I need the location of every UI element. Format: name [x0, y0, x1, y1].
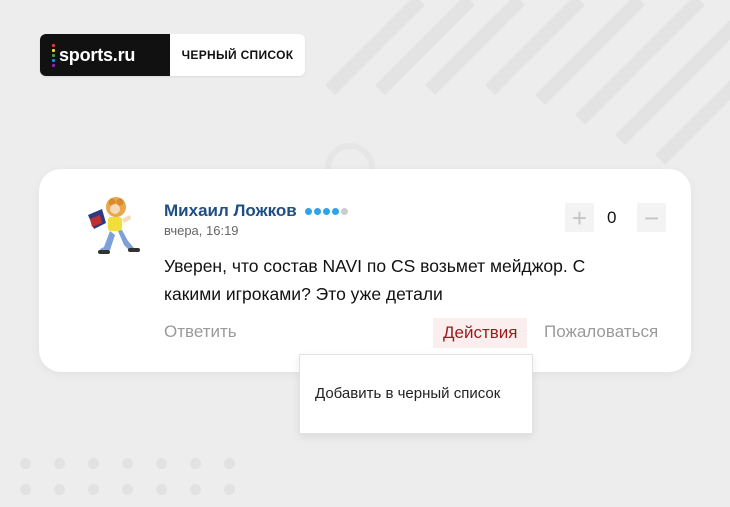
rating-dot	[313, 207, 321, 215]
report-button[interactable]: Пожаловаться	[544, 322, 658, 342]
decor-dot	[156, 458, 167, 469]
comment-card: Михаил Ложков вчера, 16:19 Уверен, что с…	[39, 169, 691, 372]
rating-dots	[304, 207, 348, 215]
actions-dropdown: Добавить в черный список	[299, 354, 533, 434]
decor-dot	[224, 458, 235, 469]
sports-logo-badge[interactable]: sports.ru ЧЕРНЫЙ СПИСОК	[40, 34, 305, 76]
section-label: ЧЕРНЫЙ СПИСОК	[170, 34, 305, 76]
decor-dot	[20, 484, 31, 495]
comment-author[interactable]: Михаил Ложков	[164, 201, 348, 221]
upvote-button[interactable]: +	[565, 203, 594, 232]
downvote-button[interactable]: −	[637, 203, 666, 232]
decor-dot	[156, 484, 167, 495]
author-name[interactable]: Михаил Ложков	[164, 201, 297, 221]
plus-icon: +	[571, 202, 588, 233]
decor-dot	[20, 458, 31, 469]
decor-dot	[88, 458, 99, 469]
decor-dot	[54, 484, 65, 495]
actions-button[interactable]: Действия	[433, 318, 528, 348]
logo-text: sports.ru	[59, 44, 136, 65]
decor-dot	[190, 484, 201, 495]
decor-dot	[190, 458, 201, 469]
user-avatar[interactable]	[84, 193, 144, 257]
rating-dot	[322, 207, 330, 215]
comment-text: Уверен, что состав NAVI по CS возьмет ме…	[164, 256, 586, 304]
vote-count: 0	[607, 208, 617, 227]
minus-icon: −	[643, 202, 660, 233]
decor-dot	[88, 484, 99, 495]
decor-dot	[122, 484, 133, 495]
rating-dot	[340, 207, 348, 215]
reply-button[interactable]: Ответить	[164, 322, 237, 342]
add-to-blacklist-item[interactable]: Добавить в черный список	[315, 385, 500, 402]
logo-color-bar	[52, 43, 55, 67]
rating-dot	[331, 207, 339, 215]
decor-dot	[122, 458, 133, 469]
comment-timestamp: вчера, 16:19	[164, 223, 239, 238]
logo-block: sports.ru	[40, 34, 170, 76]
decor-dot	[54, 458, 65, 469]
decor-dot	[224, 484, 235, 495]
rating-dot	[304, 207, 312, 215]
